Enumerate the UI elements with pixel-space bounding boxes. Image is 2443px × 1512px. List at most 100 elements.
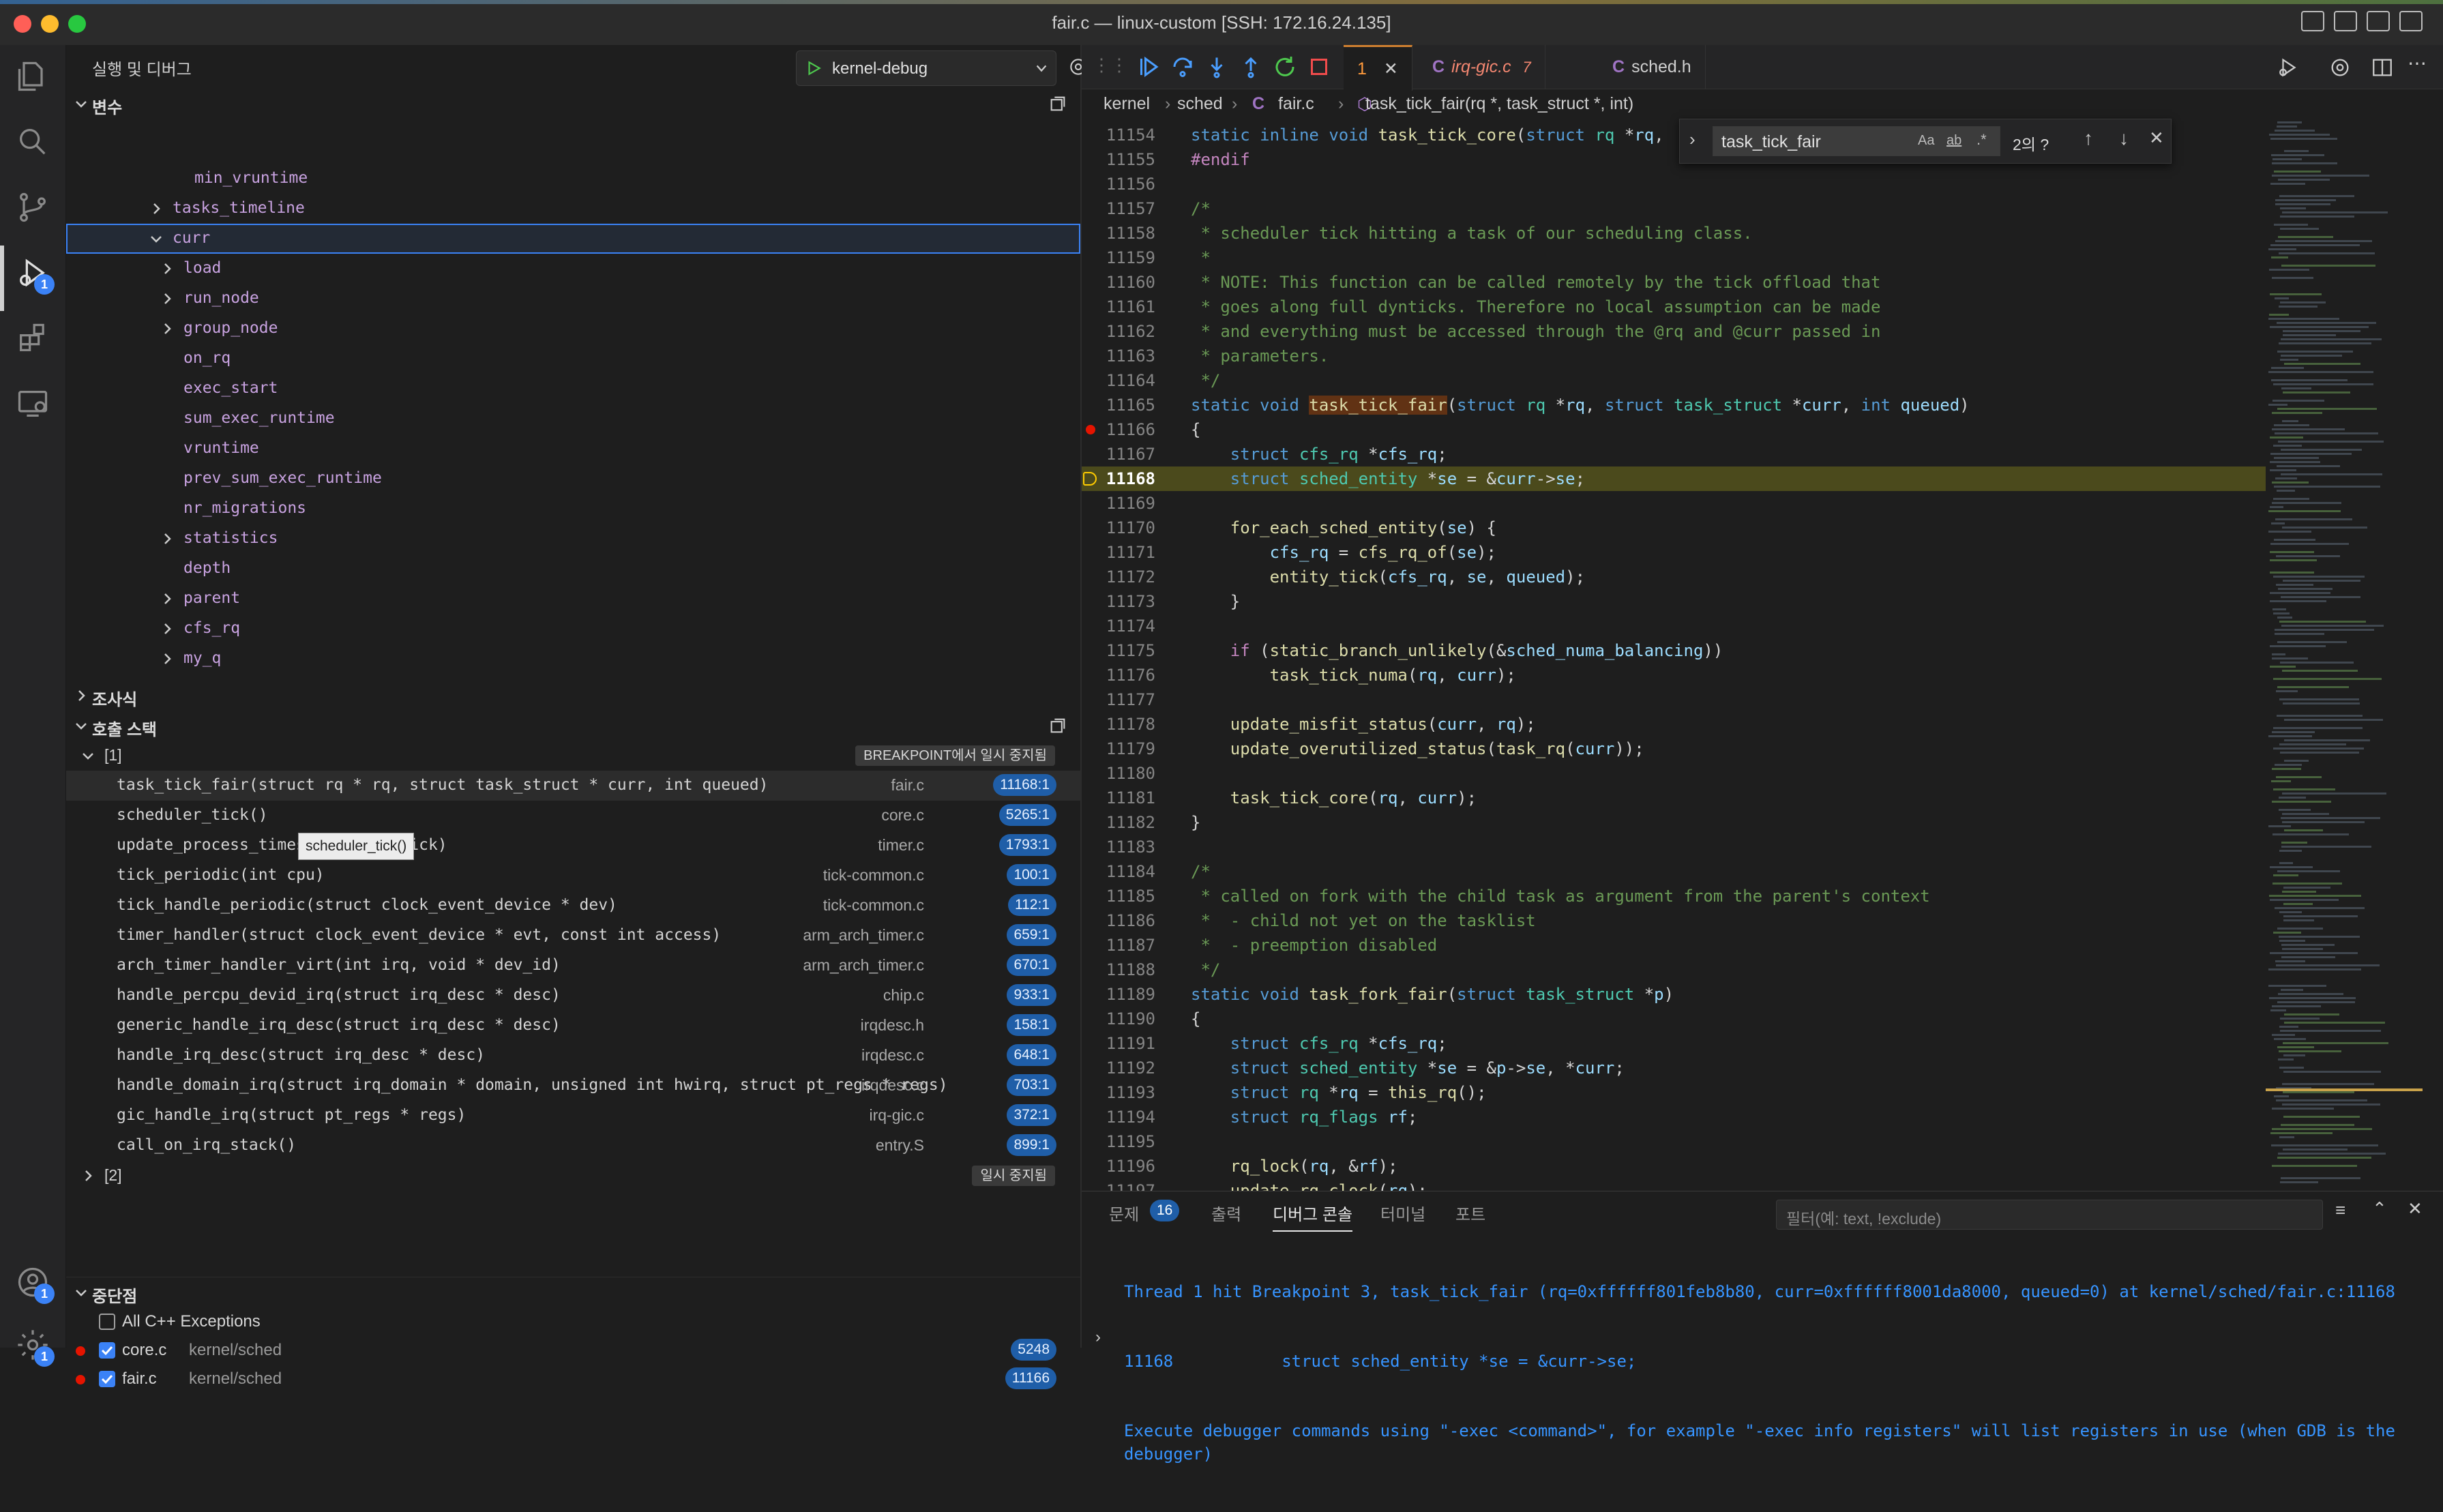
stack-frame-row[interactable]: task_tick_fair(struct rq * rq, struct ta… (66, 771, 1082, 801)
close-icon[interactable]: ✕ (2149, 128, 2164, 149)
console-filter-input[interactable]: 필터(예: text, !exclude) (1776, 1200, 2323, 1230)
debug-config-select[interactable]: kernel-debug (796, 50, 1056, 86)
line-number[interactable]: 11182 (1082, 810, 1155, 835)
search-icon[interactable] (15, 124, 50, 160)
stack-frame-row[interactable]: tick_periodic(int cpu) tick-common.c 100:1 (66, 861, 1082, 891)
breakpoint-row[interactable]: core.c kernel/sched 5248 (66, 1335, 1082, 1365)
stack-frame-row[interactable]: scheduler_tick() core.c 5265:1 (66, 801, 1082, 831)
line-number[interactable]: 11174 (1082, 614, 1155, 638)
run-and-debug-icon[interactable]: 1 (15, 255, 55, 295)
line-number[interactable]: 11167 (1082, 442, 1155, 466)
chevron-right-icon[interactable] (159, 531, 175, 547)
customize-layout-icon[interactable] (2399, 11, 2423, 31)
stack-frame-row[interactable]: tick_handle_periodic(struct clock_event_… (66, 891, 1082, 921)
variable-row[interactable]: statistics (66, 524, 1080, 554)
breakpoints-section-header[interactable]: 중단점 (66, 1277, 1080, 1307)
chevron-right-icon[interactable] (159, 261, 175, 277)
line-number[interactable]: 11172 (1082, 565, 1155, 589)
variable-row[interactable]: load (66, 254, 1080, 284)
line-number[interactable]: 11169 (1082, 491, 1155, 516)
stack-frame-row[interactable]: update_process_times(int user_tick) timer… (66, 831, 1082, 861)
minimap[interactable] (2266, 119, 2423, 1191)
chevron-right-icon[interactable] (159, 591, 175, 607)
continue-icon[interactable] (1136, 55, 1161, 79)
line-number[interactable]: 11193 (1082, 1080, 1155, 1105)
tab-output[interactable]: 출력 (1211, 1201, 1241, 1225)
line-number[interactable]: 11191 (1082, 1031, 1155, 1056)
line-number[interactable]: 11180 (1082, 761, 1155, 786)
regex-icon[interactable]: .* (1976, 131, 1987, 149)
chevron-right-icon[interactable] (159, 291, 175, 307)
line-number[interactable]: 11195 (1082, 1129, 1155, 1154)
chevron-right-icon[interactable] (159, 651, 175, 667)
find-input[interactable]: task_tick_fair Aa ab .* (1713, 126, 2000, 156)
tab-active[interactable]: 1 ✕ (1344, 45, 1412, 91)
line-number[interactable]: 11165 (1082, 393, 1155, 417)
line-number[interactable]: 11183 (1082, 835, 1155, 859)
restart-icon[interactable] (1273, 55, 1297, 79)
run-debug-icon[interactable] (2275, 56, 2303, 79)
stack-frame-row[interactable]: generic_handle_irq_desc(struct irq_desc … (66, 1011, 1082, 1041)
line-number[interactable]: 11197 (1082, 1179, 1155, 1191)
breadcrumb-item[interactable]: task_tick_fair(rq *, task_struct *, int) (1365, 94, 1633, 114)
console-prompt-icon[interactable]: › (1095, 1328, 1101, 1347)
variable-row[interactable]: on_rq (66, 344, 1080, 374)
extensions-icon[interactable] (15, 321, 50, 356)
variable-row[interactable]: vruntime (66, 434, 1080, 464)
line-number[interactable]: 11188 (1082, 958, 1155, 982)
clear-console-icon[interactable]: ≡ (2335, 1200, 2345, 1221)
line-number[interactable]: 11156 (1082, 172, 1155, 196)
breakpoint-dot-icon[interactable] (1086, 425, 1095, 434)
line-number[interactable]: 11187 (1082, 933, 1155, 958)
line-number[interactable]: 11170 (1082, 516, 1155, 540)
stack-frame-row[interactable]: handle_irq_desc(struct irq_desc * desc) i… (66, 1041, 1082, 1071)
variables-section-header[interactable]: 변수 (66, 89, 1080, 119)
variable-row[interactable]: group_node (66, 314, 1080, 344)
drag-handle-icon[interactable]: ⋮⋮ (1093, 55, 1128, 76)
line-number[interactable]: 11161 (1082, 295, 1155, 319)
code-view[interactable]: 11154 static inline void task_tick_core(s… (1082, 119, 2266, 1191)
close-icon[interactable]: ✕ (2408, 1198, 2423, 1219)
stop-icon[interactable] (1307, 55, 1331, 79)
line-number[interactable]: 11175 (1082, 638, 1155, 663)
variable-row[interactable]: exec_start (66, 374, 1080, 404)
breadcrumb-item[interactable]: sched (1177, 94, 1223, 114)
line-number[interactable]: 11171 (1082, 540, 1155, 565)
whole-word-icon[interactable]: ab (1946, 133, 1961, 149)
step-over-icon[interactable] (1170, 55, 1195, 79)
variable-row[interactable]: curr (66, 224, 1080, 254)
accounts-icon[interactable]: 1 (15, 1264, 55, 1304)
thread-1-row[interactable]: [1] BREAKPOINT에서 일시 중지됨 (66, 741, 1082, 771)
variable-row[interactable]: run_node (66, 284, 1080, 314)
toggle-secondary-sidebar-icon[interactable] (2367, 11, 2390, 31)
stack-frame-row[interactable]: arch_timer_handler_virt(int irq, void * … (66, 951, 1082, 981)
more-actions-icon[interactable]: ⋯ (2408, 52, 2427, 74)
variable-row[interactable]: parent (66, 584, 1080, 614)
variable-row[interactable]: min_vruntime (66, 164, 1080, 194)
line-number[interactable]: 11176 (1082, 663, 1155, 687)
variable-row[interactable]: nr_migrations (66, 494, 1080, 524)
maximize-panel-icon[interactable]: ⌃ (2372, 1198, 2387, 1219)
chevron-down-icon[interactable] (148, 231, 164, 247)
stack-frame-row[interactable]: handle_percpu_devid_irq(struct irq_desc … (66, 981, 1082, 1011)
variable-row[interactable]: cfs_rq (66, 614, 1080, 644)
variable-row[interactable]: prev_sum_exec_runtime (66, 464, 1080, 494)
stack-frame-row[interactable]: call_on_irq_stack() entry.S 899:1 (66, 1131, 1082, 1161)
stack-frame-row[interactable]: gic_handle_irq(struct pt_regs * regs) irq… (66, 1101, 1082, 1131)
breadcrumb-item[interactable]: fair.c (1278, 94, 1314, 114)
line-number[interactable]: 11159 (1082, 246, 1155, 270)
previous-match-icon[interactable]: ↑ (2084, 128, 2093, 149)
step-out-icon[interactable] (1239, 55, 1263, 79)
breakpoint-row[interactable]: fair.c kernel/sched 11166 (66, 1364, 1082, 1394)
variable-row[interactable]: my_q (66, 644, 1080, 674)
line-number[interactable]: 11177 (1082, 687, 1155, 712)
step-into-icon[interactable] (1204, 55, 1229, 79)
chevron-right-icon[interactable] (159, 621, 175, 637)
chevron-right-icon[interactable] (148, 201, 164, 217)
tab-problems[interactable]: 문제 (1109, 1201, 1139, 1225)
line-number[interactable]: 11164 (1082, 368, 1155, 393)
variable-row[interactable]: tasks_timeline (66, 194, 1080, 224)
line-number[interactable]: 11163 (1082, 344, 1155, 368)
toggle-primary-sidebar-icon[interactable] (2301, 11, 2324, 31)
line-number[interactable]: 11194 (1082, 1105, 1155, 1129)
